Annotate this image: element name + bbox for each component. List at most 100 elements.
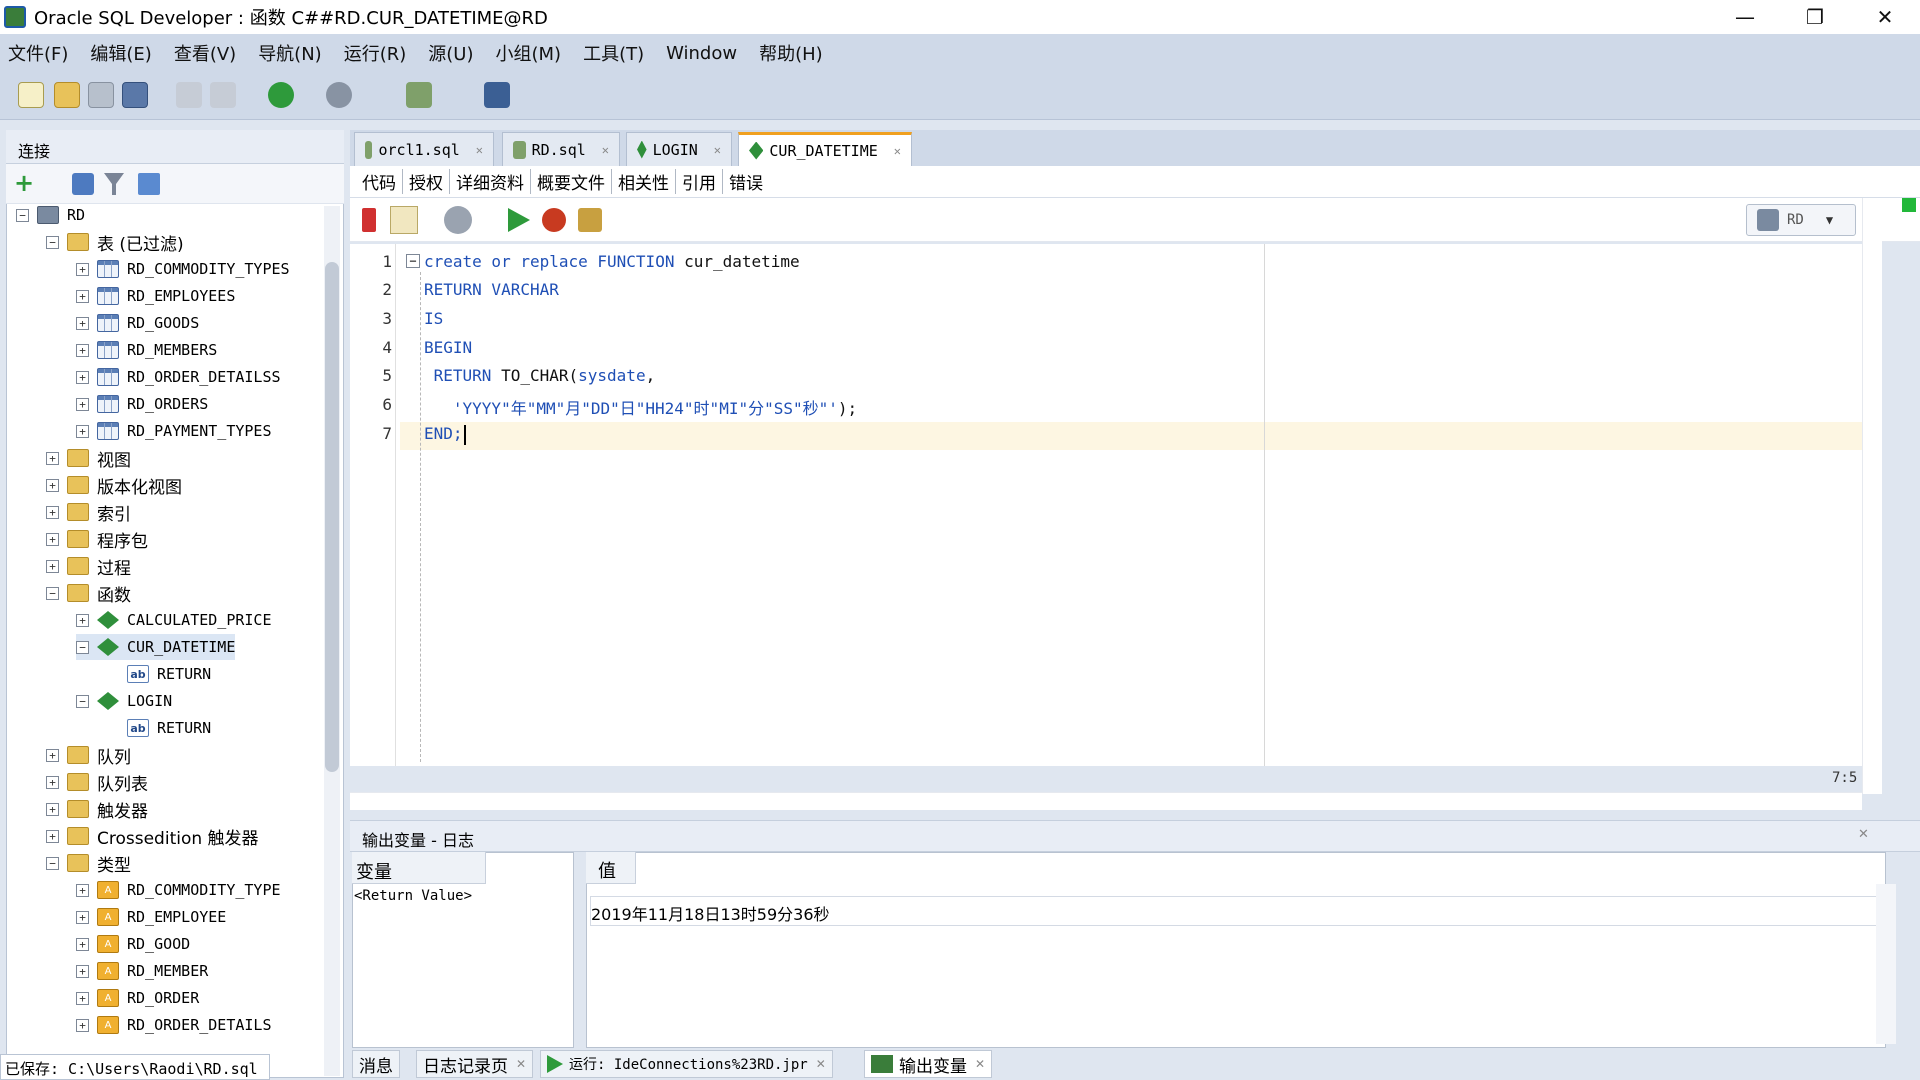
- expand-icon[interactable]: +: [46, 505, 59, 519]
- tab-run[interactable]: 运行: IdeConnections%23RD.jpr ✕: [540, 1050, 833, 1078]
- expand-icon[interactable]: +: [46, 829, 59, 843]
- menu-navigate[interactable]: 导航(N): [258, 40, 322, 66]
- expand-icon[interactable]: +: [76, 910, 89, 924]
- connection-select[interactable]: RD ▼: [1746, 204, 1856, 236]
- tree-item[interactable]: + 版本化视图: [46, 472, 182, 498]
- subtab-profile[interactable]: 概要文件: [531, 169, 612, 194]
- collapse-icon[interactable]: −: [76, 694, 89, 708]
- tree-item[interactable]: + A RD_COMMODITY_TYPE: [76, 877, 281, 903]
- menu-tools[interactable]: 工具(T): [583, 40, 644, 66]
- expand-icon[interactable]: +: [76, 613, 89, 627]
- tree-item[interactable]: + RD_ORDERS: [76, 391, 208, 417]
- expand-icon[interactable]: +: [46, 478, 59, 492]
- expand-icon[interactable]: +: [76, 991, 89, 1005]
- tree-item[interactable]: − LOGIN: [76, 688, 172, 714]
- subtab-code[interactable]: 代码: [356, 169, 403, 194]
- subtab-dependencies[interactable]: 相关性: [612, 169, 676, 194]
- values-scrollbar[interactable]: [1876, 884, 1896, 1044]
- subtab-references[interactable]: 引用: [676, 169, 723, 194]
- tree-item[interactable]: + 过程: [46, 553, 131, 579]
- tree-item[interactable]: − 函数: [46, 580, 131, 606]
- expand-icon[interactable]: +: [76, 937, 89, 951]
- tree-item[interactable]: + Crossedition 触发器: [46, 823, 259, 849]
- tree-item[interactable]: − 表 (已过滤): [46, 229, 184, 255]
- expand-icon[interactable]: +: [76, 289, 89, 303]
- tab-output-variables[interactable]: 输出变量 ✕: [864, 1050, 993, 1078]
- expand-icon[interactable]: +: [46, 775, 59, 789]
- menu-run[interactable]: 运行(R): [344, 40, 407, 66]
- tree-item[interactable]: + RD_MEMBERS: [76, 337, 217, 363]
- return-value[interactable]: 2019年11月18日13时59分36秒: [590, 896, 1880, 926]
- close-tab-icon[interactable]: ✕: [894, 144, 901, 158]
- fold-toggle[interactable]: −: [406, 254, 420, 268]
- tree-item[interactable]: + 索引: [46, 499, 131, 525]
- expand-icon[interactable]: +: [76, 964, 89, 978]
- collapse-icon[interactable]: −: [76, 640, 89, 654]
- redo-icon[interactable]: [210, 82, 236, 108]
- tree-item[interactable]: + RD_COMMODITY_TYPES: [76, 256, 290, 282]
- editor-horizontal-scrollbar[interactable]: [350, 792, 1862, 810]
- tab-messages[interactable]: 消息: [352, 1050, 400, 1078]
- tree-item[interactable]: + RD_GOODS: [76, 310, 199, 336]
- collapse-icon[interactable]: −: [46, 856, 59, 870]
- close-tab-icon[interactable]: ✕: [476, 143, 483, 157]
- compile-icon[interactable]: [444, 206, 472, 234]
- refresh-icon[interactable]: [72, 173, 94, 195]
- subtab-errors[interactable]: 错误: [723, 169, 769, 194]
- tree-item[interactable]: + 程序包: [46, 526, 148, 552]
- tree-item[interactable]: + RD_ORDER_DETAILSS: [76, 364, 281, 390]
- expand-icon[interactable]: +: [46, 748, 59, 762]
- tab-orcl1-sql[interactable]: orcl1.sql ✕: [354, 132, 494, 166]
- edit-icon[interactable]: [390, 206, 418, 234]
- tree-item[interactable]: + A RD_EMPLOYEE: [76, 904, 226, 930]
- expand-icon[interactable]: +: [76, 397, 89, 411]
- save-all-icon[interactable]: [122, 82, 148, 108]
- restore-button[interactable]: ❐: [1780, 0, 1850, 34]
- menu-source[interactable]: 源(U): [428, 40, 473, 66]
- tree-item[interactable]: + 视图: [46, 445, 131, 471]
- back-icon[interactable]: [268, 82, 294, 108]
- menu-window[interactable]: Window: [666, 43, 737, 64]
- subtab-details[interactable]: 详细资料: [450, 169, 531, 194]
- subtab-grants[interactable]: 授权: [403, 169, 450, 194]
- save-icon[interactable]: [88, 82, 114, 108]
- editor-vertical-scrollbar[interactable]: [1862, 198, 1882, 794]
- expand-icon[interactable]: +: [76, 343, 89, 357]
- close-tab-icon[interactable]: ✕: [975, 1057, 985, 1071]
- tree-item[interactable]: + 队列: [46, 742, 131, 768]
- tree-item[interactable]: ab RETURN: [106, 715, 211, 741]
- expand-icon[interactable]: +: [46, 802, 59, 816]
- tree-item[interactable]: + A RD_MEMBER: [76, 958, 208, 984]
- close-tab-icon[interactable]: ✕: [714, 143, 721, 157]
- tab-rd-sql[interactable]: RD.sql ✕: [502, 132, 620, 166]
- close-tab-icon[interactable]: ✕: [602, 143, 609, 157]
- collapse-icon[interactable]: −: [16, 208, 29, 222]
- tab-log[interactable]: 日志记录页 ✕: [416, 1050, 534, 1078]
- close-panel-icon[interactable]: ✕: [1858, 827, 1869, 842]
- add-connection-icon[interactable]: +: [14, 171, 36, 195]
- menu-team[interactable]: 小组(M): [496, 40, 562, 66]
- tree-item[interactable]: + RD_PAYMENT_TYPES: [76, 418, 272, 444]
- expand-icon[interactable]: +: [76, 883, 89, 897]
- tree-item[interactable]: + A RD_GOOD: [76, 931, 190, 957]
- sql-worksheet-icon[interactable]: [406, 82, 432, 108]
- schema-browser-icon[interactable]: [138, 173, 160, 195]
- expand-icon[interactable]: +: [76, 316, 89, 330]
- expand-icon[interactable]: +: [76, 262, 89, 276]
- expand-icon[interactable]: +: [46, 532, 59, 546]
- open-folder-icon[interactable]: [54, 82, 80, 108]
- tree-item[interactable]: + CALCULATED_PRICE: [76, 607, 272, 633]
- tree-item[interactable]: ab RETURN: [106, 661, 211, 687]
- undo-icon[interactable]: [176, 82, 202, 108]
- forward-icon[interactable]: [326, 82, 352, 108]
- tree-item[interactable]: − CUR_DATETIME: [76, 634, 236, 660]
- menu-edit[interactable]: 编辑(E): [90, 40, 151, 66]
- minimize-button[interactable]: —: [1710, 0, 1780, 34]
- tree-scrollbar-thumb[interactable]: [325, 262, 339, 772]
- expand-icon[interactable]: +: [76, 1018, 89, 1032]
- expand-icon[interactable]: +: [76, 370, 89, 384]
- close-tab-icon[interactable]: ✕: [816, 1057, 826, 1071]
- menu-view[interactable]: 查看(V): [174, 40, 236, 66]
- tree-item[interactable]: − 类型: [46, 850, 131, 876]
- close-tab-icon[interactable]: ✕: [516, 1057, 526, 1071]
